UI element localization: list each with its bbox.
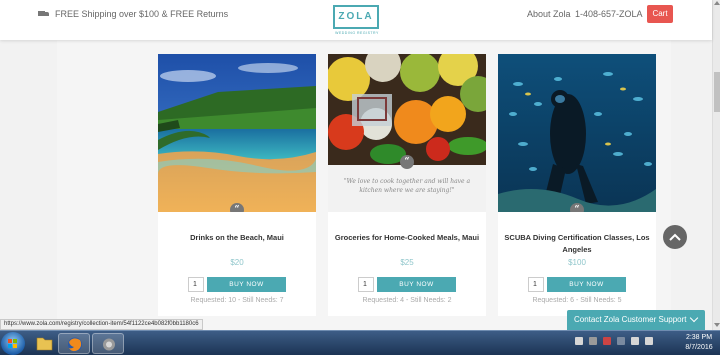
app-icon	[103, 338, 115, 351]
buy-now-button[interactable]: BUY NOW	[207, 277, 286, 292]
registry-card: “ SCUBA Diving Certification Classes, Lo…	[498, 54, 656, 316]
folder-icon	[36, 337, 53, 351]
quote-icon[interactable]: “	[230, 203, 244, 212]
quote-icon[interactable]: “	[570, 203, 584, 212]
requested-status: Requested: 10 - Still Needs: 7	[190, 297, 284, 304]
windows-taskbar: 2:38 PM 8/7/2016	[0, 330, 720, 355]
windows-logo-icon	[8, 339, 18, 349]
tray-icon[interactable]	[589, 337, 597, 345]
taskbar-clock[interactable]: 2:38 PM 8/7/2016	[680, 333, 718, 353]
buy-now-button[interactable]: BUY NOW	[547, 277, 626, 292]
buy-now-button[interactable]: BUY NOW	[377, 277, 456, 292]
registry-card: “ Drinks on the Beach, Maui $20 1 BUY NO…	[158, 54, 316, 316]
tray-icon[interactable]	[617, 337, 625, 345]
quantity-input[interactable]: 1	[188, 277, 204, 292]
card-price: $100	[568, 258, 586, 267]
logo-subtext: WEDDING REGISTRY	[335, 31, 379, 35]
requested-status: Requested: 6 - Still Needs: 5	[532, 297, 622, 304]
zola-logo[interactable]: ZOLA	[333, 5, 379, 29]
customer-support-button[interactable]: Contact Zola Customer Support	[567, 310, 705, 330]
network-icon[interactable]	[631, 337, 639, 345]
quote-icon[interactable]: “	[400, 155, 414, 169]
card-title[interactable]: Groceries for Home-Cooked Meals, Maui	[334, 232, 480, 244]
system-tray	[575, 337, 653, 345]
tray-icon[interactable]	[575, 337, 583, 345]
truck-icon	[38, 10, 50, 18]
clock-time: 2:38 PM	[685, 334, 713, 341]
scroll-down-arrow-icon[interactable]	[714, 323, 720, 327]
vegetables-photo[interactable]: "We love to cook together and will have …	[328, 54, 486, 212]
tray-icon[interactable]	[603, 337, 611, 345]
clock-date: 8/7/2016	[685, 344, 713, 351]
card-title[interactable]: SCUBA Diving Certification Classes, Los …	[504, 232, 650, 256]
cart-button[interactable]: Cart	[647, 5, 673, 23]
status-bar-url: https://www.zola.com/registry/collection…	[0, 319, 203, 330]
support-label: Contact Zola Customer Support	[574, 315, 687, 324]
requested-status: Requested: 4 - Still Needs: 2	[362, 297, 452, 304]
scrollbar-thumb[interactable]	[714, 72, 720, 112]
firefox-taskbar-button[interactable]	[58, 333, 90, 354]
scroll-to-top-button[interactable]	[663, 225, 687, 249]
card-quote: "We love to cook together and will have …	[328, 165, 486, 212]
browser-scrollbar[interactable]	[712, 0, 720, 330]
start-button[interactable]	[1, 332, 25, 355]
quote-text: "We love to cook together and will have …	[343, 178, 471, 194]
app-taskbar-button[interactable]	[92, 333, 124, 354]
quantity-input[interactable]: 1	[358, 277, 374, 292]
beach-photo[interactable]: “	[158, 54, 316, 212]
card-title[interactable]: Drinks on the Beach, Maui	[164, 232, 310, 244]
card-price: $25	[400, 258, 414, 267]
scuba-diver-photo[interactable]: “	[498, 54, 656, 212]
file-explorer-taskbar-button[interactable]	[28, 333, 60, 354]
volume-icon[interactable]	[645, 337, 653, 345]
scroll-up-arrow-icon[interactable]	[714, 1, 720, 5]
card-price: $20	[230, 258, 244, 267]
chevron-down-icon	[689, 313, 699, 323]
quantity-input[interactable]: 1	[528, 277, 544, 292]
site-header: FREE Shipping over $100 & FREE Returns Z…	[0, 0, 712, 40]
registry-card: "We love to cook together and will have …	[328, 54, 486, 316]
phone-number: 1-408-657-ZOLA	[575, 9, 643, 19]
shipping-banner: FREE Shipping over $100 & FREE Returns	[38, 9, 228, 19]
shipping-text: FREE Shipping over $100 & FREE Returns	[55, 9, 229, 19]
firefox-icon	[68, 337, 82, 352]
about-link[interactable]: About Zola	[527, 9, 571, 19]
chevron-up-icon	[669, 233, 681, 241]
